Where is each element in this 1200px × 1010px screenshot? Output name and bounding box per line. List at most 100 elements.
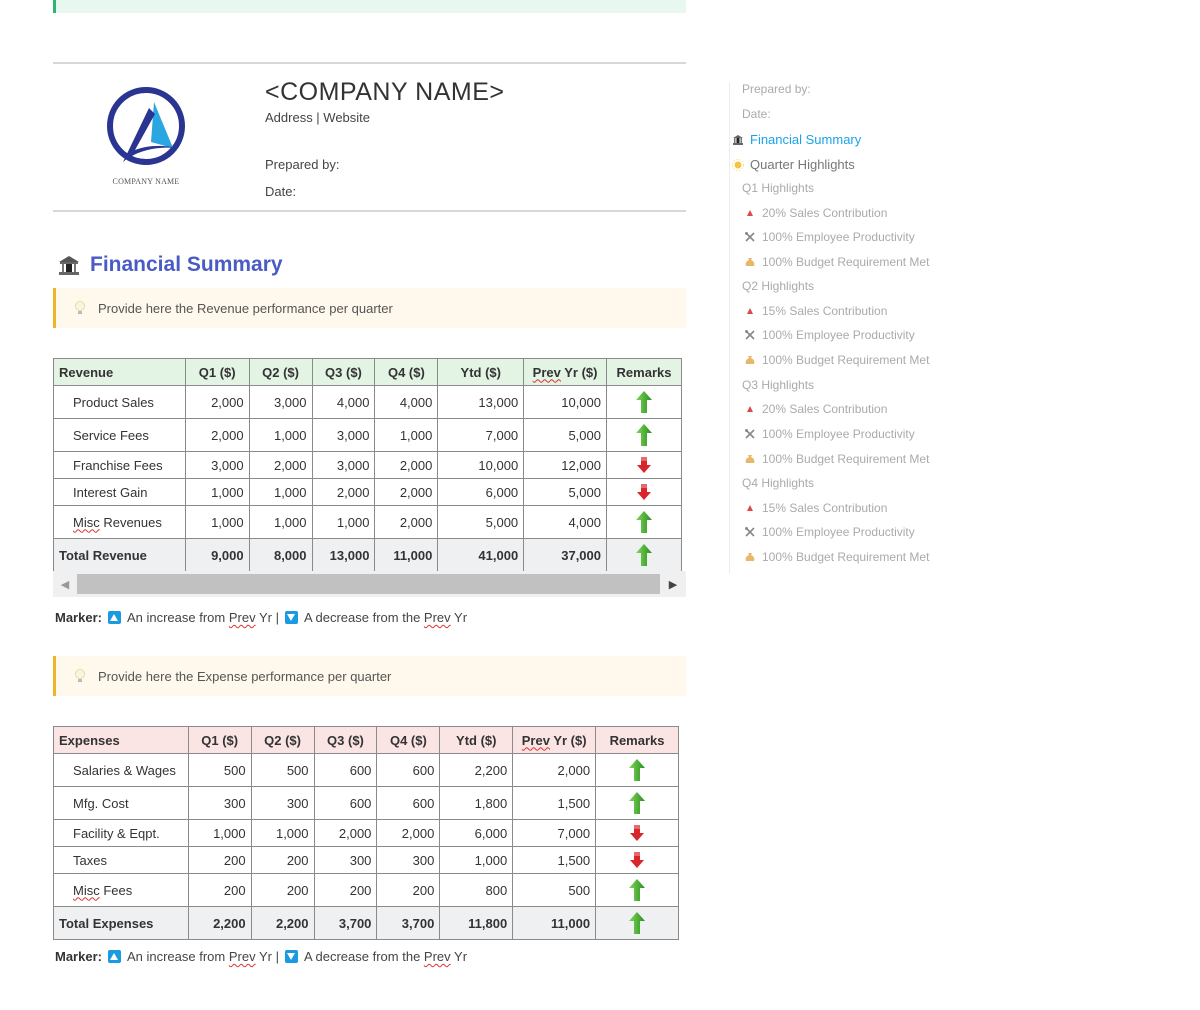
toc-item[interactable]: Date: [742, 107, 771, 121]
toc-item[interactable]: 15% Sales Contribution [744, 501, 887, 515]
toc-item[interactable]: Financial Summary [732, 132, 861, 147]
toc-item[interactable]: Quarter Highlights [732, 157, 855, 172]
remark-cell [606, 478, 682, 506]
cell-prev: 1,500 [512, 846, 597, 874]
cell-ytd: 6,000 [437, 478, 525, 506]
toc-item[interactable]: 100% Budget Requirement Met [744, 550, 929, 564]
horizontal-scrollbar[interactable]: ◀ ▶ [53, 571, 686, 597]
cell-q1: 200 [187, 873, 252, 907]
cell-prev: 500 [512, 873, 597, 907]
toc-item-label: 100% Budget Requirement Met [762, 353, 930, 367]
cell-q2: 3,000 [248, 385, 313, 419]
toc-item[interactable]: 100% Budget Requirement Met [744, 255, 929, 269]
col-header: Remarks [606, 358, 682, 386]
section-title: Financial Summary [90, 253, 283, 276]
toc-item[interactable]: 20% Sales Contribution [744, 206, 887, 220]
scroll-right-button[interactable]: ▶ [660, 578, 686, 591]
toc-item[interactable]: 100% Employee Productivity [744, 328, 915, 342]
toc-item-label: 20% Sales Contribution [762, 206, 888, 220]
row-label: Interest Gain [53, 478, 186, 506]
toc-item[interactable]: 100% Budget Requirement Met [744, 353, 929, 367]
scroll-left-button[interactable]: ◀ [53, 578, 77, 591]
cell-q4: 2,000 [374, 505, 439, 539]
cell-q2: 300 [250, 786, 315, 820]
toc-item[interactable]: Q3 Highlights [742, 378, 814, 392]
cell-prev: 4,000 [523, 505, 607, 539]
down-arrow-icon [637, 484, 651, 501]
total-prev: 11,000 [512, 906, 597, 940]
cell-q3: 1,000 [311, 505, 376, 539]
cell-q4: 300 [376, 846, 441, 874]
total-q1: 2,200 [187, 906, 252, 940]
table-row: Salaries & Wages 500 500 600 600 2,200 2,000 [53, 753, 679, 787]
col-header: Q3 ($) [313, 726, 378, 754]
scrollbar-thumb[interactable] [77, 574, 660, 594]
table-row: Misc Revenues 1,000 1,000 1,000 2,000 5,000 4,… [53, 505, 682, 539]
table-row: Misc Fees 200 200 200 200 800 500 [53, 873, 679, 907]
date-label: Date: [265, 184, 297, 199]
toc-item[interactable]: Q4 Highlights [742, 476, 814, 490]
cell-q1: 2,000 [184, 418, 250, 452]
cell-ytd: 7,000 [437, 418, 525, 452]
col-header: Q3 ($) [311, 358, 376, 386]
toc-item-label: 20% Sales Contribution [762, 402, 888, 416]
cell-q3: 2,000 [313, 819, 378, 847]
total-q4: 3,700 [376, 906, 441, 940]
toc-item[interactable]: 100% Employee Productivity [744, 525, 915, 539]
total-q4: 11,000 [374, 538, 439, 572]
cell-q3: 2,000 [311, 478, 376, 506]
up-arrow-icon [636, 511, 652, 533]
toc-item-label: 100% Employee Productivity [762, 328, 915, 342]
total-q3: 3,700 [313, 906, 378, 940]
cell-q1: 1,000 [184, 505, 250, 539]
cell-q3: 600 [313, 753, 378, 787]
toc-item-label: 15% Sales Contribution [762, 304, 888, 318]
total-prev: 37,000 [523, 538, 607, 572]
triangle-up-icon [744, 305, 756, 317]
toc-item[interactable]: 15% Sales Contribution [744, 304, 887, 318]
toc-item[interactable]: Q1 Highlights [742, 181, 814, 195]
cell-q4: 2,000 [374, 451, 439, 479]
total-q1: 9,000 [184, 538, 250, 572]
cell-ytd: 13,000 [437, 385, 525, 419]
row-label: Taxes [53, 846, 189, 874]
sun-icon [732, 158, 744, 171]
col-header: Q2 ($) [250, 726, 315, 754]
row-label: Facility & Eqpt. [53, 819, 189, 847]
logo-text: COMPANY NAME [112, 177, 180, 186]
total-q3: 13,000 [311, 538, 376, 572]
col-header: Remarks [595, 726, 679, 754]
col-header: Expenses [53, 726, 189, 754]
cell-ytd: 2,200 [439, 753, 514, 787]
row-label: Franchise Fees [53, 451, 186, 479]
remark-cell [595, 753, 679, 787]
cell-prev: 1,500 [512, 786, 597, 820]
toc-item[interactable]: Prepared by: [742, 82, 811, 96]
toc-item[interactable]: 20% Sales Contribution [744, 402, 887, 416]
toc-item[interactable]: 100% Budget Requirement Met [744, 452, 929, 466]
col-header: Q2 ($) [248, 358, 313, 386]
company-name: <COMPANY NAME> [265, 78, 505, 106]
row-label: Mfg. Cost [53, 786, 189, 820]
row-label: Misc Revenues [53, 505, 186, 539]
cell-ytd: 800 [439, 873, 514, 907]
toc-item[interactable]: 100% Employee Productivity [744, 427, 915, 441]
total-row: Total Expenses 2,200 2,200 3,700 3,700 11,800… [53, 906, 679, 940]
triangle-up-icon [744, 207, 756, 219]
table-of-contents: Prepared by: Date: Financial Summary Quarte… [729, 82, 969, 574]
toc-item[interactable]: 100% Employee Productivity [744, 230, 915, 244]
up-arrow-icon [629, 792, 646, 814]
toc-item-label: 100% Employee Productivity [762, 525, 915, 539]
remark-cell [606, 385, 682, 419]
toc-item[interactable]: Q2 Highlights [742, 279, 814, 293]
expense-table: Expenses Q1 ($) Q2 ($) Q3 ($) Q4 ($) Ytd… [53, 726, 679, 940]
col-header: Ytd ($) [439, 726, 514, 754]
cell-q4: 2,000 [376, 819, 441, 847]
row-label: Salaries & Wages [53, 753, 189, 787]
up-arrow-icon [636, 544, 652, 566]
cell-q3: 300 [313, 846, 378, 874]
col-header: Revenue [53, 358, 186, 386]
remark-cell [595, 873, 679, 907]
cell-ytd: 10,000 [437, 451, 525, 479]
cell-q3: 3,000 [311, 451, 376, 479]
